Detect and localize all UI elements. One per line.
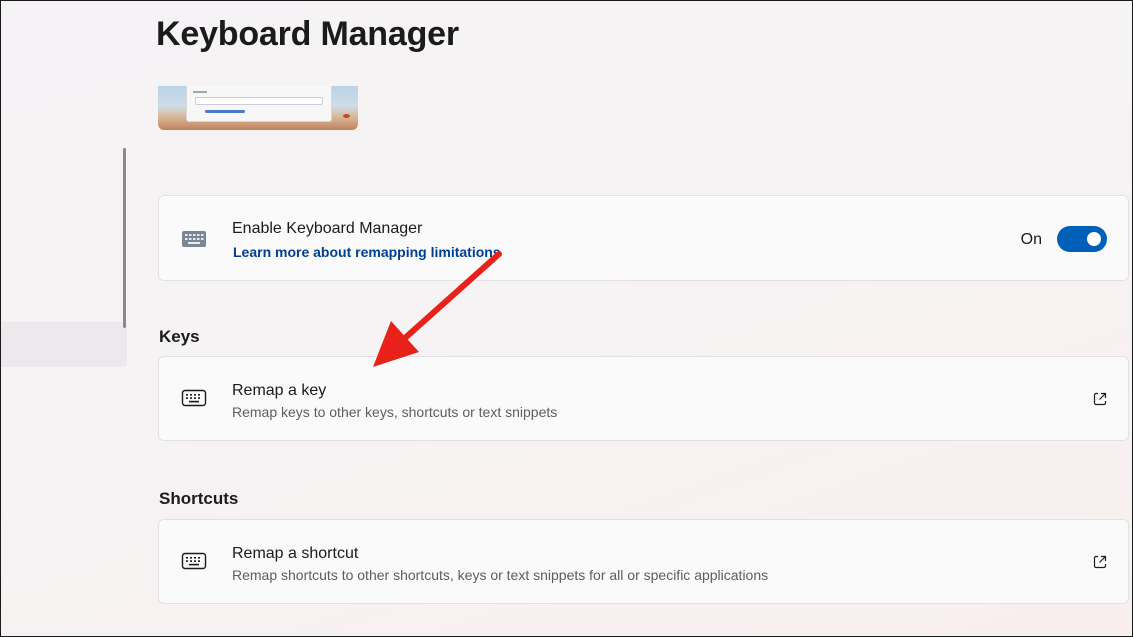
keyboard-icon — [181, 389, 207, 407]
nav-scrollbar[interactable] — [123, 148, 126, 328]
keyboard-icon — [181, 552, 207, 570]
toggle-knob — [1087, 232, 1101, 246]
remap-key-description: Remap keys to other keys, shortcuts or t… — [232, 404, 558, 420]
open-external-icon[interactable] — [1092, 391, 1108, 407]
remap-key-card[interactable]: Remap a key Remap keys to other keys, sh… — [158, 356, 1129, 441]
open-external-icon[interactable] — [1092, 554, 1108, 570]
keys-section-heading: Keys — [159, 327, 200, 346]
remap-shortcut-description: Remap shortcuts to other shortcuts, keys… — [232, 567, 769, 583]
remap-key-title: Remap a key — [232, 382, 327, 399]
enable-keyboard-manager-toggle[interactable] — [1057, 226, 1107, 252]
enable-keyboard-manager-card: Enable Keyboard Manager Learn more about… — [158, 195, 1129, 281]
remapping-limitations-link[interactable]: Learn more about remapping limitations — [233, 244, 501, 260]
page-title: Keyboard Manager — [156, 15, 459, 53]
shortcuts-section-heading: Shortcuts — [159, 489, 239, 508]
remap-shortcut-card[interactable]: Remap a shortcut Remap shortcuts to othe… — [158, 519, 1129, 604]
keyboard-icon — [182, 231, 206, 247]
enable-keyboard-manager-label: Enable Keyboard Manager — [232, 220, 423, 237]
toggle-state-label: On — [1020, 231, 1042, 248]
navigation-pane — [1, 1, 128, 637]
nav-selected-item[interactable] — [1, 322, 127, 367]
hero-preview-window — [186, 86, 332, 122]
remap-shortcut-title: Remap a shortcut — [232, 545, 359, 562]
hero-image — [158, 86, 358, 130]
